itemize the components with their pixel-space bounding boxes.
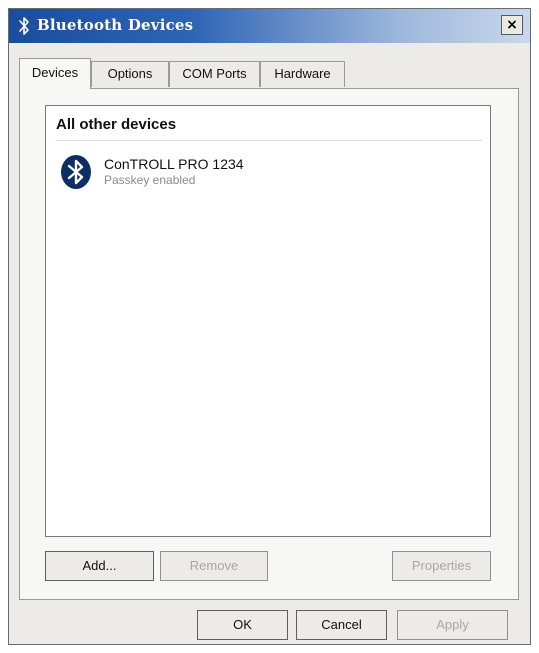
close-button[interactable]: × — [501, 15, 523, 35]
list-item[interactable]: ConTROLL PRO 1234 Passkey enabled — [54, 148, 354, 192]
device-list[interactable]: All other devices ConTROLL PRO 1234 Pass… — [45, 105, 491, 537]
bluetooth-icon — [19, 17, 29, 35]
tab-com-ports[interactable]: COM Ports — [169, 61, 260, 87]
bluetooth-devices-dialog: Bluetooth Devices × Devices Options COM … — [8, 8, 531, 645]
ok-button[interactable]: OK — [197, 610, 288, 640]
tab-options[interactable]: Options — [91, 61, 169, 87]
remove-button[interactable]: Remove — [160, 551, 268, 581]
tab-devices[interactable]: Devices — [19, 58, 91, 89]
cancel-button[interactable]: Cancel — [296, 610, 387, 640]
title-bar[interactable]: Bluetooth Devices × — [9, 9, 530, 43]
device-status: Passkey enabled — [104, 173, 196, 187]
window-title: Bluetooth Devices — [37, 16, 194, 34]
properties-button[interactable]: Properties — [392, 551, 491, 581]
device-name: ConTROLL PRO 1234 — [104, 156, 244, 172]
bluetooth-icon — [61, 155, 91, 189]
group-header: All other devices — [56, 116, 177, 133]
add-button[interactable]: Add... — [45, 551, 154, 581]
apply-button[interactable]: Apply — [397, 610, 508, 640]
devices-tab-panel: All other devices ConTROLL PRO 1234 Pass… — [19, 88, 519, 600]
group-divider — [56, 140, 482, 141]
tab-hardware[interactable]: Hardware — [260, 61, 345, 87]
